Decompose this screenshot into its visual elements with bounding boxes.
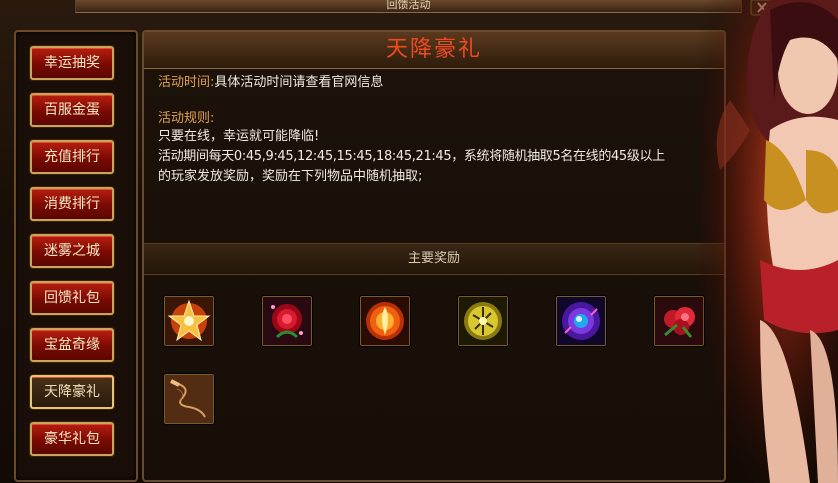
- nav-lucky-draw-button[interactable]: 幸运抽奖: [30, 46, 114, 80]
- event-time-value: 具体活动时间请查看官网信息: [214, 75, 384, 90]
- event-window: 回馈活动 幸运抽奖 百服金蛋 充值排行 消费排行 迷雾之城 回馈礼包 宝盆奇缘 …: [0, 0, 838, 483]
- blue-gem-icon[interactable]: [556, 296, 606, 346]
- nav-mist-city-button[interactable]: 迷雾之城: [30, 234, 114, 268]
- event-time-row: 活动时间:具体活动时间请查看官网信息: [158, 73, 383, 93]
- rules-line-2: 活动期间每天0:45,9:45,12:45,15:45,18:45,21:45，…: [158, 149, 665, 164]
- nav-deluxe-pack-button[interactable]: 豪华礼包: [30, 422, 114, 456]
- rose-bouquet-icon[interactable]: [654, 296, 704, 346]
- rules-line-3: 的玩家发放奖励，奖励在下列物品中随机抽取;: [158, 169, 423, 184]
- golden-orb-icon[interactable]: [458, 296, 508, 346]
- page-title: 天降豪礼: [144, 32, 724, 69]
- nav-golden-egg-button[interactable]: 百服金蛋: [30, 93, 114, 127]
- event-time-label: 活动时间:: [158, 75, 215, 90]
- nav-recharge-rank-button[interactable]: 充值排行: [30, 140, 114, 174]
- whip-icon[interactable]: [164, 374, 214, 424]
- fire-orb-icon[interactable]: [360, 296, 410, 346]
- nav-spend-rank-button[interactable]: 消费排行: [30, 187, 114, 221]
- window-title: 回馈活动: [75, 0, 742, 13]
- nav-feedback-pack-button[interactable]: 回馈礼包: [30, 281, 114, 315]
- flame-star-icon[interactable]: [164, 296, 214, 346]
- rewards-header: 主要奖励: [144, 243, 724, 275]
- content-panel: 天降豪礼 活动时间:具体活动时间请查看官网信息 活动规则: 只要在线，幸运就可能…: [142, 30, 726, 482]
- nav-treasure-bowl-button[interactable]: 宝盆奇缘: [30, 328, 114, 362]
- character-portrait: [700, 0, 838, 483]
- rules-label: 活动规则:: [158, 111, 215, 126]
- sidebar-nav: 幸运抽奖 百服金蛋 充值排行 消费排行 迷雾之城 回馈礼包 宝盆奇缘 天降豪礼 …: [14, 30, 138, 482]
- rules-line-1: 只要在线，幸运就可能降临!: [158, 129, 320, 144]
- nav-sky-gift-button[interactable]: 天降豪礼: [30, 375, 114, 409]
- red-rose-icon[interactable]: [262, 296, 312, 346]
